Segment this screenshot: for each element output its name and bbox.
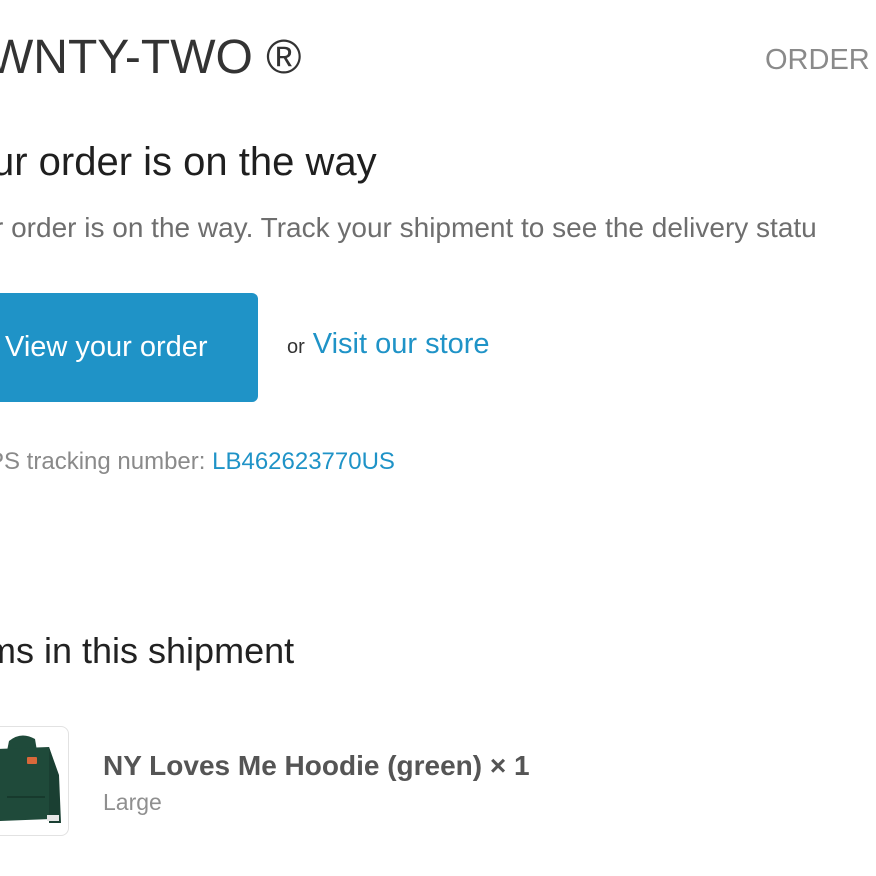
or-text: or [287, 336, 305, 358]
tracking-info: PS tracking number: LB462623770US [0, 448, 395, 476]
product-thumbnail[interactable] [0, 726, 69, 836]
brand-logo-text: WNTY-TWO ® [0, 31, 302, 84]
visit-store-link[interactable]: Visit our store [313, 328, 490, 361]
page-title: ur order is on the way [0, 140, 377, 184]
tracking-number-link[interactable]: LB462623770US [212, 448, 395, 475]
product-name: NY Loves Me Hoodie (green) × 1 [103, 750, 530, 781]
email-page: WNTY-TWO ® ORDER # ur order is on the wa… [0, 0, 876, 876]
green-hoodie-image [0, 735, 61, 823]
store-link-row: or Visit our store [287, 328, 490, 361]
tracking-label: PS tracking number: [0, 448, 213, 475]
view-order-button[interactable]: View your order [0, 293, 258, 402]
view-order-button-label: View your order [5, 331, 208, 363]
product-variant: Large [103, 789, 162, 815]
shipment-items-heading: ms in this shipment [0, 630, 295, 671]
shipment-message: r order is on the way. Track your shipme… [0, 212, 817, 243]
order-number-label: ORDER # [765, 44, 876, 76]
